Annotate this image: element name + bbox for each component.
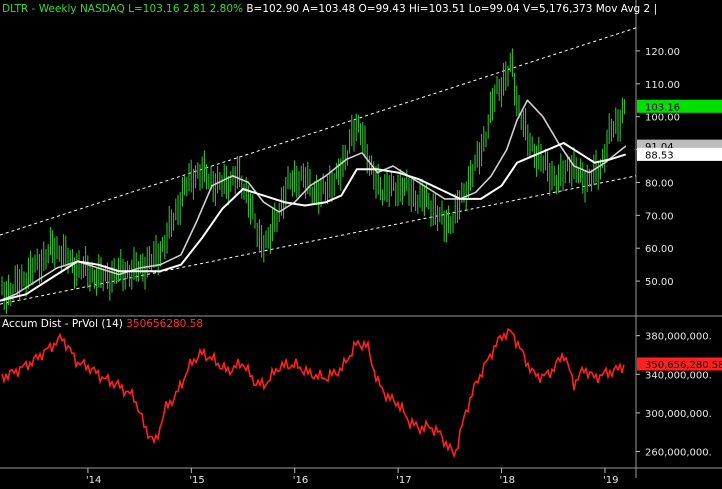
indicator-value: 350656280.58 — [126, 318, 204, 330]
time-tick-label: '17 — [396, 475, 411, 486]
indicator-name: Accum Dist - PrVol (14) — [2, 318, 123, 330]
open-price: O=99.43 — [358, 3, 406, 15]
volume-value: V=5,176,373 — [522, 3, 593, 15]
time-tick-label: '19 — [603, 475, 618, 486]
accum-dist-line — [1, 328, 625, 459]
change-value: 2.81 — [182, 3, 207, 15]
period-label: Weekly — [38, 3, 77, 15]
time-tick-label: '16 — [293, 475, 308, 486]
indicator-label: Mov Avg 2 | — [595, 3, 658, 15]
high-price: Hi=103.51 — [408, 3, 466, 15]
moving-average-fast-line — [0, 99, 627, 302]
change-percent: 2.80% — [209, 3, 243, 15]
indicator-header: Accum Dist - PrVol (14) 350656280.58 — [2, 318, 203, 330]
accum-value-label: 350,656,280.58 — [645, 360, 722, 371]
price-marker-label: 103.16 — [645, 102, 680, 113]
time-tick-label: '15 — [189, 475, 204, 486]
accum-tick-label: 340,000,000. — [645, 370, 712, 381]
price-tick-label: 110.00 — [645, 80, 680, 91]
symbol-label: DLTR — [2, 3, 29, 15]
last-price: L=103.16 — [128, 3, 180, 15]
time-tick-label: '18 — [500, 475, 515, 486]
price-tick-label: 50.00 — [645, 277, 674, 288]
price-bars — [1, 48, 626, 314]
stock-chart: 50.0060.0070.0080.0090.00100.00110.00120… — [0, 0, 722, 486]
low-price: Lo=99.04 — [468, 3, 520, 15]
price-tick-label: 60.00 — [645, 244, 674, 255]
price-tick-label: 120.00 — [645, 47, 680, 58]
price-tick-label: 100.00 — [645, 113, 680, 124]
accum-tick-label: 380,000,000. — [645, 332, 712, 343]
ask-price: A=103.48 — [302, 3, 356, 15]
price-tick-label: 70.00 — [645, 211, 674, 222]
price-header: DLTR - Weekly NASDAQ L=103.16 2.81 2.80%… — [2, 3, 658, 15]
accum-tick-label: 300,000,000. — [645, 409, 712, 420]
exchange-label: NASDAQ — [79, 3, 125, 15]
time-tick-label: '14 — [86, 475, 101, 486]
price-marker-label: 88.53 — [645, 150, 674, 161]
accum-tick-label: 260,000,000. — [645, 448, 712, 459]
trend-channel-lower — [0, 175, 637, 305]
bid-price: B=102.90 — [246, 3, 300, 15]
price-tick-label: 80.00 — [645, 178, 674, 189]
moving-average-slow-line — [0, 142, 627, 302]
